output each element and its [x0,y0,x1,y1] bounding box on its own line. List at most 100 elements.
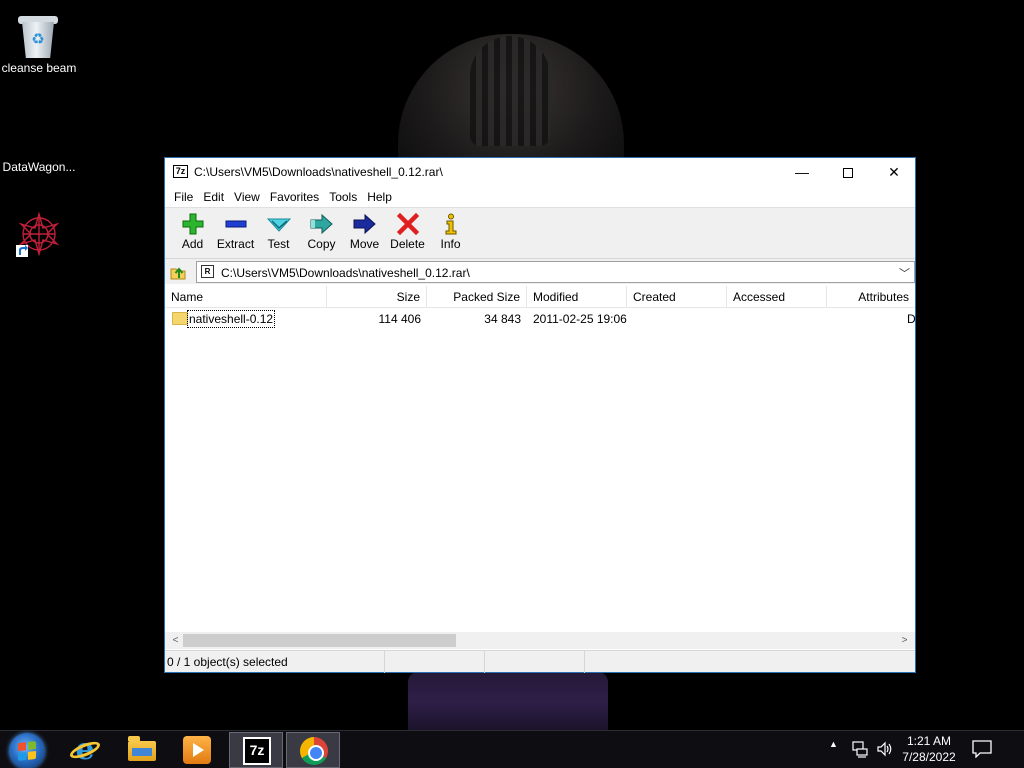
chrome-icon [300,737,328,765]
column-packed-size[interactable]: Packed Size [427,286,527,308]
taskbar-7zip[interactable]: 7z [229,732,283,768]
desktop-icon-label: cleanse beam [1,61,77,75]
address-bar: R C:\Users\VM5\Downloads\nativeshell_0.1… [165,258,915,284]
7zip-icon: 7z [243,737,271,765]
close-button[interactable]: ✕ [871,158,917,186]
maximize-button[interactable] [825,158,871,186]
address-path: C:\Users\VM5\Downloads\nativeshell_0.12.… [221,266,470,280]
shortcut-icon [16,211,60,257]
desktop-icon-label: DataWagon... [2,160,76,174]
table-row[interactable]: nativeshell-0.12 114 406 34 843 2011-02-… [165,309,915,329]
toolbar: Add Extract Test Copy Move Delete Info [165,208,915,258]
row-attributes: D [907,312,915,326]
up-folder-icon[interactable] [169,263,187,281]
copy-icon [310,213,333,235]
menu-favorites[interactable]: Favorites [265,186,324,208]
menu-edit[interactable]: Edit [198,186,229,208]
show-hidden-icons-button[interactable]: ▲ [829,739,838,768]
extract-label: Extract [216,237,255,251]
delete-label: Delete [390,237,425,251]
status-bar: 0 / 1 object(s) selected [165,650,915,673]
copy-label: Copy [307,237,336,251]
minimize-button[interactable]: — [779,158,825,186]
taskbar-chrome[interactable] [286,732,340,768]
column-accessed[interactable]: Accessed [727,286,827,308]
scroll-right-icon[interactable]: > [896,633,913,648]
status-selection: 0 / 1 object(s) selected [167,655,288,669]
test-label: Test [267,237,290,251]
file-explorer-icon [128,736,156,761]
extract-icon [225,220,246,228]
column-name[interactable]: Name [165,286,327,308]
maximize-icon [843,168,853,179]
delete-button[interactable]: Delete [386,211,429,258]
test-button[interactable]: Test [257,211,300,258]
menu-tools[interactable]: Tools [324,186,362,208]
windows-logo-icon [18,741,36,761]
scroll-left-icon[interactable]: < [167,633,184,648]
add-icon [182,213,203,235]
network-icon[interactable] [852,740,870,758]
row-modified: 2011-02-25 19:06 [533,312,627,326]
menu-bar: File Edit View Favorites Tools Help [165,186,915,208]
desktop-icon-datawagon[interactable]: DataWagon... [0,104,78,257]
folder-icon [172,312,188,325]
row-created [627,309,727,329]
column-modified[interactable]: Modified [527,286,627,308]
column-attributes[interactable]: Attributes [827,286,915,308]
add-button[interactable]: Add [171,211,214,258]
extract-button[interactable]: Extract [214,211,257,258]
system-clock[interactable]: 1:21 AM 7/28/2022 [900,733,958,765]
move-icon [353,213,376,235]
status-segment [485,651,585,673]
row-accessed [727,309,827,329]
taskbar-internet-explorer[interactable]: e [58,732,112,768]
delete-icon [396,213,419,235]
close-icon: ✕ [888,164,900,180]
media-player-icon [183,736,211,764]
archive-file-icon: R [201,265,214,278]
chevron-up-icon: ▲ [829,739,838,749]
minimize-icon: — [795,164,809,180]
file-list: Name Size Packed Size Modified Created A… [165,286,915,632]
move-label: Move [349,237,380,251]
desktop-icon-cleanse-beam[interactable]: ♻ cleanse beam [0,6,78,76]
title-bar[interactable]: 7z C:\Users\VM5\Downloads\nativeshell_0.… [165,158,915,186]
7zip-app-icon: 7z [173,165,188,178]
row-packed-size: 34 843 [484,312,521,326]
add-label: Add [181,237,204,251]
recycle-bin-icon: ♻ [18,14,58,60]
internet-explorer-icon: e [67,735,103,765]
test-icon [266,218,291,232]
status-segment [385,651,485,673]
archive-window: 7z C:\Users\VM5\Downloads\nativeshell_0.… [164,157,916,673]
horizontal-scrollbar[interactable]: < > [165,632,915,649]
column-header: Name Size Packed Size Modified Created A… [165,286,915,308]
address-combobox[interactable]: R C:\Users\VM5\Downloads\nativeshell_0.1… [196,261,915,283]
row-name: nativeshell-0.12 [187,310,276,328]
row-size: 114 406 [378,312,422,326]
clock-time: 1:21 AM [906,734,952,748]
column-created[interactable]: Created [627,286,727,308]
info-icon [445,213,456,235]
taskbar-file-explorer[interactable] [115,732,169,768]
taskbar-media-player[interactable] [170,732,224,768]
menu-help[interactable]: Help [362,186,397,208]
clock-date: 7/28/2022 [902,750,956,764]
window-title: C:\Users\VM5\Downloads\nativeshell_0.12.… [194,165,443,179]
notification-icon[interactable] [972,740,992,758]
info-button[interactable]: Info [429,211,472,258]
taskbar: e 7z ▲ 1:21 AM 7/28/2022 [0,730,1024,768]
scrollbar-thumb[interactable] [183,634,456,647]
copy-button[interactable]: Copy [300,211,343,258]
menu-file[interactable]: File [169,186,198,208]
info-label: Info [440,237,461,251]
start-button[interactable] [9,733,45,768]
wallpaper-figure-body [408,672,608,730]
chevron-down-icon[interactable]: ﹀ [899,265,910,281]
volume-icon[interactable] [876,740,894,758]
menu-view[interactable]: View [229,186,265,208]
column-size[interactable]: Size [327,286,427,308]
move-button[interactable]: Move [343,211,386,258]
wallpaper-figure-hair [470,36,550,146]
